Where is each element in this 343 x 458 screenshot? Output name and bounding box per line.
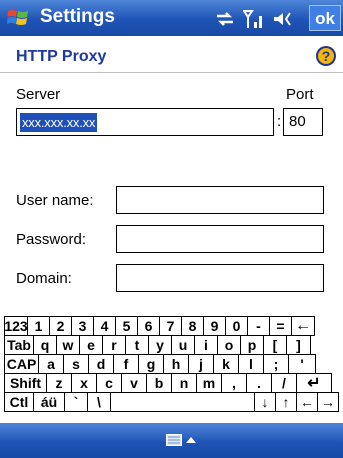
key-equals[interactable]: =: [269, 316, 292, 336]
key-o[interactable]: o: [217, 335, 241, 355]
key-international[interactable]: áü: [33, 392, 65, 412]
key-semicolon[interactable]: ;: [263, 354, 289, 374]
port-separator: :: [277, 113, 282, 130]
key-r[interactable]: r: [102, 335, 126, 355]
key-n[interactable]: n: [171, 373, 197, 393]
key-d[interactable]: d: [88, 354, 114, 374]
key-apostrophe[interactable]: ': [288, 354, 316, 374]
svg-text:?: ?: [322, 48, 331, 64]
key-w[interactable]: w: [56, 335, 80, 355]
key-left-bracket[interactable]: [: [263, 335, 287, 355]
menu-bar: [0, 423, 343, 458]
key-b[interactable]: b: [146, 373, 172, 393]
domain-input[interactable]: [116, 264, 324, 292]
sip-up-arrow-icon[interactable]: [186, 436, 196, 444]
windows-logo-icon[interactable]: [6, 6, 30, 30]
key-9[interactable]: 9: [203, 316, 226, 336]
password-input[interactable]: [116, 225, 324, 253]
key-s[interactable]: s: [63, 354, 89, 374]
key-6[interactable]: 6: [137, 316, 160, 336]
key-q[interactable]: q: [33, 335, 57, 355]
key-space[interactable]: [110, 392, 255, 412]
page-title: HTTP Proxy: [16, 48, 107, 65]
volume-icon[interactable]: [273, 10, 293, 28]
soft-keyboard: 123 1 2 3 4 5 6 7 8 9 0 - = ← Tab q w e …: [4, 316, 343, 412]
key-left-arrow[interactable]: ←: [296, 392, 318, 412]
key-j[interactable]: j: [188, 354, 214, 374]
keyboard-row-1: 123 1 2 3 4 5 6 7 8 9 0 - = ←: [4, 316, 343, 336]
key-4[interactable]: 4: [93, 316, 116, 336]
key-right-arrow[interactable]: →: [317, 392, 339, 412]
key-slash[interactable]: /: [271, 373, 297, 393]
key-up-arrow[interactable]: ↑: [275, 392, 297, 412]
key-caps[interactable]: CAP: [4, 354, 39, 374]
key-123[interactable]: 123: [4, 316, 28, 336]
key-k[interactable]: k: [213, 354, 239, 374]
key-ctl[interactable]: Ctl: [4, 392, 34, 412]
port-input[interactable]: 80: [283, 108, 323, 136]
port-value: 80: [289, 113, 306, 130]
key-8[interactable]: 8: [181, 316, 204, 336]
key-backslash[interactable]: \: [87, 392, 111, 412]
key-e[interactable]: e: [79, 335, 103, 355]
key-1[interactable]: 1: [27, 316, 50, 336]
key-2[interactable]: 2: [49, 316, 72, 336]
key-p[interactable]: p: [240, 335, 264, 355]
key-3[interactable]: 3: [71, 316, 94, 336]
key-enter[interactable]: ↵: [296, 373, 332, 393]
key-t[interactable]: t: [125, 335, 149, 355]
user-name-input[interactable]: [116, 186, 324, 214]
key-f[interactable]: f: [113, 354, 139, 374]
domain-label: Domain:: [16, 270, 72, 287]
title-bar: Settings ok: [0, 0, 343, 36]
keyboard-row-3: CAP a s d f g h j k l ; ': [4, 354, 343, 374]
key-down-arrow[interactable]: ↓: [254, 392, 276, 412]
key-a[interactable]: a: [38, 354, 64, 374]
server-value-selected: xxx.xxx.xx.xx: [20, 113, 98, 132]
key-u[interactable]: u: [171, 335, 195, 355]
key-0[interactable]: 0: [225, 316, 248, 336]
key-i[interactable]: i: [194, 335, 218, 355]
key-right-bracket[interactable]: ]: [286, 335, 311, 355]
key-shift[interactable]: Shift: [4, 373, 47, 393]
app-title: Settings: [40, 6, 115, 27]
ok-button[interactable]: ok: [309, 5, 341, 31]
connectivity-icon[interactable]: [215, 10, 235, 28]
status-icons: [215, 9, 293, 29]
key-tab[interactable]: Tab: [4, 335, 34, 355]
key-x[interactable]: x: [71, 373, 97, 393]
key-7[interactable]: 7: [159, 316, 182, 336]
key-v[interactable]: v: [121, 373, 147, 393]
port-label: Port: [286, 86, 314, 103]
key-y[interactable]: y: [148, 335, 172, 355]
key-backspace[interactable]: ←: [291, 316, 315, 336]
keyboard-row-2: Tab q w e r t y u i o p [ ]: [4, 335, 343, 355]
keyboard-row-4: Shift z x c v b n m , . / ↵: [4, 373, 343, 393]
key-comma[interactable]: ,: [221, 373, 247, 393]
key-g[interactable]: g: [138, 354, 164, 374]
help-icon[interactable]: ?: [315, 45, 337, 67]
keyboard-icon[interactable]: [166, 434, 182, 446]
key-m[interactable]: m: [196, 373, 222, 393]
server-label: Server: [16, 86, 61, 103]
header-divider: [0, 72, 343, 73]
key-period[interactable]: .: [246, 373, 272, 393]
keyboard-row-5: Ctl áü ` \ ↓ ↑ ← →: [4, 392, 343, 412]
key-5[interactable]: 5: [115, 316, 138, 336]
key-h[interactable]: h: [163, 354, 189, 374]
server-input[interactable]: xxx.xxx.xx.xx: [16, 108, 274, 136]
key-l[interactable]: l: [238, 354, 264, 374]
signal-icon[interactable]: [243, 9, 265, 29]
key-z[interactable]: z: [46, 373, 72, 393]
key-minus[interactable]: -: [247, 316, 270, 336]
key-backtick[interactable]: `: [64, 392, 88, 412]
user-name-label: User name:: [16, 192, 94, 209]
password-label: Password:: [16, 231, 87, 248]
key-c[interactable]: c: [96, 373, 122, 393]
